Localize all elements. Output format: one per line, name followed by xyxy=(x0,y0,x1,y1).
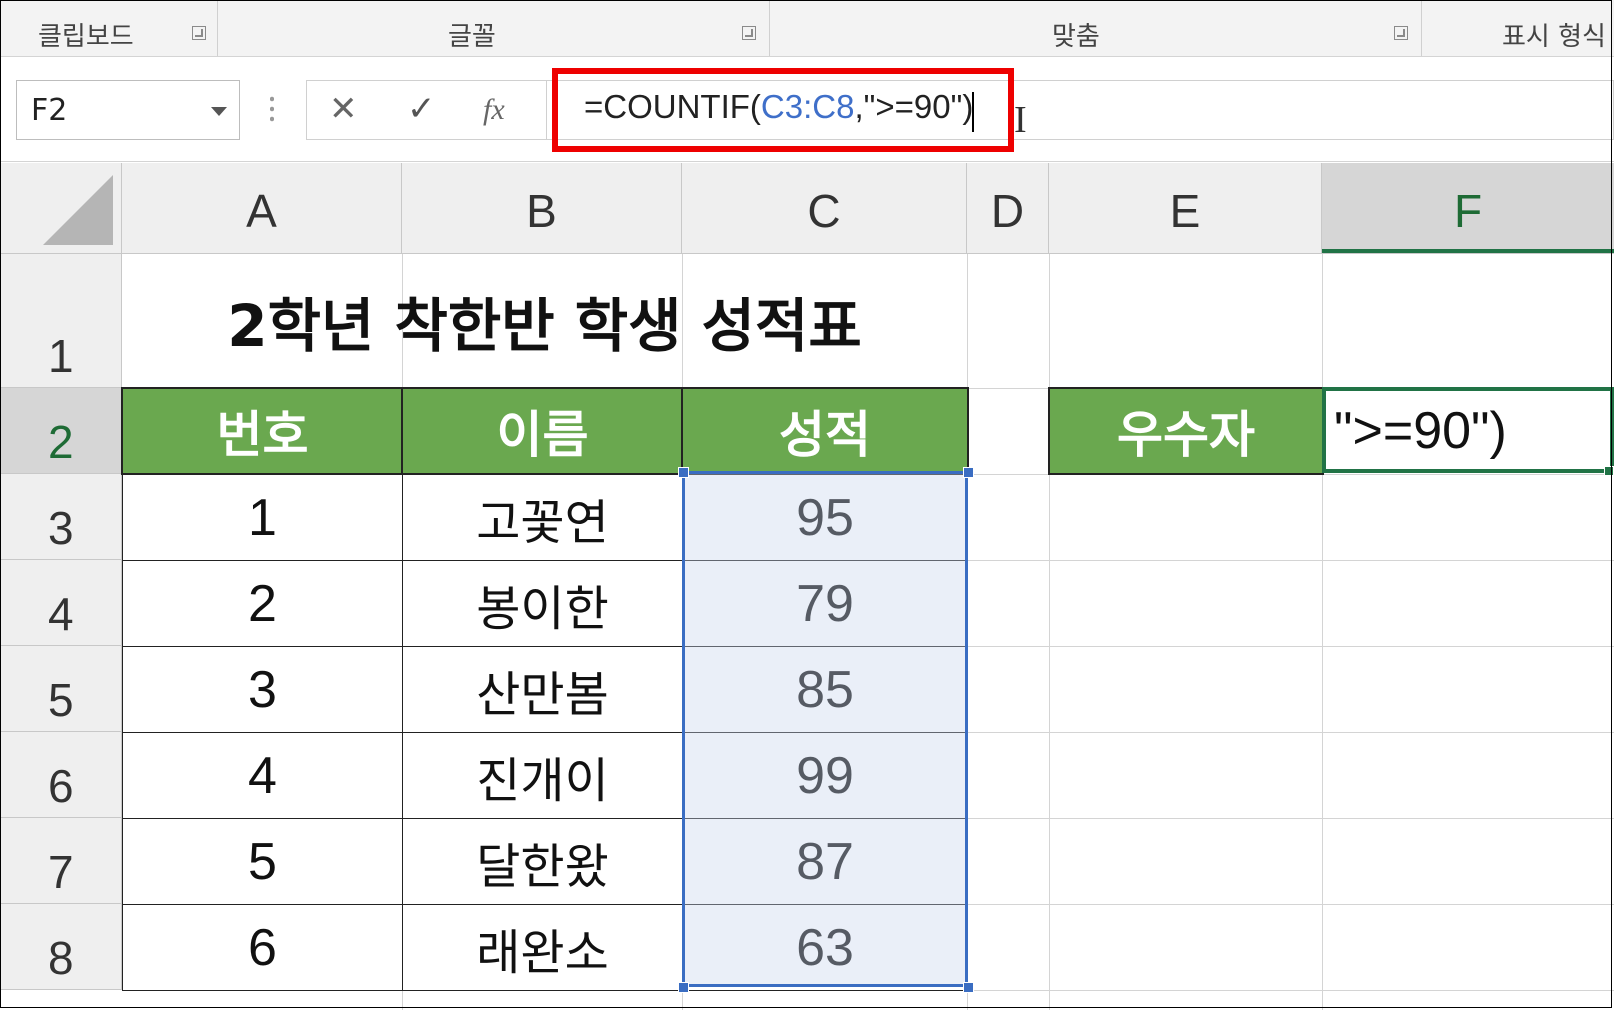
alignment-launcher-icon[interactable] xyxy=(1394,26,1408,40)
header-cell-number[interactable]: 번호 xyxy=(121,387,404,475)
ribbon-group-font-label: 글꼴 xyxy=(448,22,496,52)
active-cell-f2[interactable]: ">=90") xyxy=(1322,387,1614,473)
ribbon: 클립보드 글꼴 맞춤 표시 형식 xyxy=(0,0,1614,57)
cell-a5[interactable]: 3 xyxy=(122,646,403,733)
ribbon-group-alignment-label: 맞춤 xyxy=(1052,22,1100,52)
row-header-6-label: 6 xyxy=(48,760,74,812)
row-header-4[interactable]: 4 xyxy=(0,560,122,646)
column-header-c[interactable]: C xyxy=(682,163,967,253)
name-box-value: F2 xyxy=(31,93,68,128)
ribbon-group-clipboard-label: 클립보드 xyxy=(38,22,134,52)
enter-icon[interactable]: ✓ xyxy=(407,89,436,129)
row-header-6[interactable]: 6 xyxy=(0,732,122,818)
ribbon-group-number: 표시 형식 xyxy=(1422,0,1614,56)
cell-b5[interactable]: 산만봄 xyxy=(402,646,683,733)
ribbon-group-alignment: 맞춤 xyxy=(770,0,1422,56)
cell-b8[interactable]: 래완소 xyxy=(402,904,683,991)
cell-b7[interactable]: 달한왔 xyxy=(402,818,683,905)
row-header-8[interactable]: 8 xyxy=(0,904,122,990)
cell-a8[interactable]: 6 xyxy=(122,904,403,991)
range-handle-top-left[interactable] xyxy=(678,467,689,478)
row-header-3[interactable]: 3 xyxy=(0,474,122,560)
label-cell-top-students[interactable]: 우수자 xyxy=(1048,387,1324,475)
ribbon-group-clipboard: 클립보드 xyxy=(0,0,218,56)
ibeam-cursor-icon: I xyxy=(1014,99,1027,141)
cell-a4[interactable]: 2 xyxy=(122,560,403,647)
row-header-3-label: 3 xyxy=(48,502,74,554)
cancel-icon[interactable]: ✕ xyxy=(329,89,358,129)
range-handle-top-right[interactable] xyxy=(963,467,974,478)
cell-a7[interactable]: 5 xyxy=(122,818,403,905)
row-header-1-label: 1 xyxy=(48,330,74,382)
ribbon-group-number-label: 표시 형식 xyxy=(1502,22,1606,52)
range-handle-bottom-right[interactable] xyxy=(963,982,974,993)
clipboard-launcher-icon[interactable] xyxy=(192,26,206,40)
cell-b3[interactable]: 고꽃연 xyxy=(402,474,683,561)
cell-b6[interactable]: 진개이 xyxy=(402,732,683,819)
sheet-title[interactable]: 2학년 착한반 학생 성적표 xyxy=(122,254,967,388)
cell-a6[interactable]: 4 xyxy=(122,732,403,819)
chevron-down-icon[interactable] xyxy=(211,107,227,116)
column-header-d[interactable]: D xyxy=(967,163,1049,253)
selected-range-c3-c8 xyxy=(682,471,968,987)
column-header-a[interactable]: A xyxy=(122,163,402,253)
formula-highlight-box xyxy=(552,68,1014,152)
column-header-f[interactable]: F xyxy=(1322,163,1614,253)
row-header-2-label: 2 xyxy=(48,416,74,468)
row-header-1[interactable]: 1 xyxy=(0,254,122,388)
ribbon-group-font: 글꼴 xyxy=(218,0,770,56)
header-cell-score[interactable]: 성적 xyxy=(681,387,969,475)
row-header-7[interactable]: 7 xyxy=(0,818,122,904)
row-header-8-label: 8 xyxy=(48,932,74,984)
name-box[interactable]: F2 xyxy=(16,80,240,140)
header-cell-name[interactable]: 이름 xyxy=(401,387,684,475)
row-header-7-label: 7 xyxy=(48,846,74,898)
range-handle-bottom-left[interactable] xyxy=(678,982,689,993)
cell-b4[interactable]: 봉이한 xyxy=(402,560,683,647)
formula-buttons: ✕ ✓ fx xyxy=(306,80,546,140)
row-header-2[interactable]: 2 xyxy=(0,388,122,474)
column-header-b[interactable]: B xyxy=(402,163,682,253)
select-all-corner[interactable] xyxy=(0,163,122,253)
active-cell-text: ">=90") xyxy=(1334,402,1507,460)
row-header-5[interactable]: 5 xyxy=(0,646,122,732)
column-header-e[interactable]: E xyxy=(1049,163,1322,253)
fill-handle[interactable] xyxy=(1604,466,1614,476)
insert-function-icon[interactable]: fx xyxy=(483,93,505,127)
row-header-5-label: 5 xyxy=(48,674,74,726)
formula-bar-grip-icon[interactable] xyxy=(270,94,274,124)
font-launcher-icon[interactable] xyxy=(742,26,756,40)
row-header-4-label: 4 xyxy=(48,588,74,640)
cell-a3[interactable]: 1 xyxy=(122,474,403,561)
